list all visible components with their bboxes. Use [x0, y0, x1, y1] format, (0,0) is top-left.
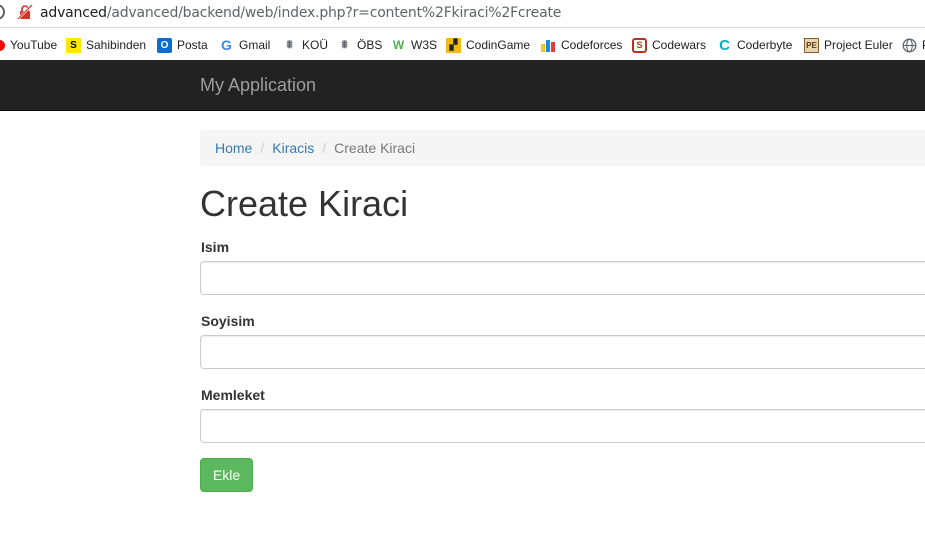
bookmark-label: Gmail	[239, 38, 271, 52]
bookmark-obs[interactable]: ⩩ ÖBS	[337, 37, 383, 53]
bookmark-label: CodinGame	[466, 38, 531, 52]
bookmark-project-euler[interactable]: PE Project Euler	[804, 37, 893, 53]
bookmark-label: W3S	[411, 38, 438, 52]
url-path: /advanced/backend/web/index.php?r=conten…	[106, 5, 562, 21]
bookmark-codeforces[interactable]: Codeforces	[541, 37, 622, 53]
bookmark-sahibinden[interactable]: S Sahibinden	[66, 37, 146, 53]
outlook-icon: O	[157, 37, 172, 53]
bookmark-label: YouTube	[10, 38, 58, 52]
not-secure-icon[interactable]	[17, 4, 33, 20]
isim-input[interactable]	[200, 261, 925, 295]
breadcrumb-separator: /	[322, 140, 327, 156]
breadcrumb-separator: /	[260, 140, 265, 156]
bookmark-codewars[interactable]: S Codewars	[632, 37, 706, 53]
breadcrumb-home-link[interactable]: Home	[215, 140, 252, 156]
bookmark-label: Posta	[177, 38, 208, 52]
site-info-icon[interactable]	[0, 4, 5, 20]
google-icon: G	[221, 37, 232, 53]
coderbyte-icon: C	[719, 36, 730, 54]
url-text[interactable]: advanced/advanced/backend/web/index.php?…	[40, 5, 561, 21]
bookmark-label: ÖBS	[357, 38, 383, 52]
bookmark-globe[interactable]: P	[902, 37, 925, 53]
memleket-label: Memleket	[201, 387, 265, 403]
address-bar[interactable]: advanced/advanced/backend/web/index.php?…	[0, 0, 925, 28]
bookmark-coderbyte[interactable]: C Coderbyte	[717, 36, 793, 54]
codingame-icon: ▞	[446, 37, 461, 53]
breadcrumb-kiracis-link[interactable]: Kiracis	[272, 140, 314, 156]
bookmark-label: Coderbyte	[737, 38, 793, 52]
brand-link[interactable]: My Application	[200, 75, 316, 96]
bookmark-label: Project Euler	[824, 38, 893, 52]
bookmarks-bar: YouTube S Sahibinden O Posta G Gmail ⩩ K…	[0, 28, 925, 60]
ekle-button[interactable]: Ekle	[200, 458, 253, 492]
bookmark-label: Sahibinden	[86, 38, 147, 52]
breadcrumb-current: Create Kiraci	[334, 140, 416, 156]
bookmark-gmail[interactable]: G Gmail	[219, 37, 270, 53]
project-euler-icon: PE	[804, 37, 819, 53]
bookmark-label: KOÜ	[302, 38, 329, 52]
bookmark-w3s[interactable]: W W3S	[391, 37, 437, 53]
obs-icon: ⩩	[341, 38, 348, 51]
w3schools-icon: W	[392, 38, 405, 52]
page-title: Create Kiraci	[200, 183, 409, 224]
kou-icon: ⩩	[286, 38, 293, 51]
bookmark-label: Codewars	[652, 38, 707, 52]
youtube-icon	[0, 39, 5, 51]
codeforces-icon	[541, 38, 556, 53]
breadcrumb: Home / Kiracis / Create Kiraci	[200, 130, 925, 166]
sahibinden-icon: S	[66, 37, 81, 53]
bookmark-posta[interactable]: O Posta	[157, 37, 208, 53]
memleket-input[interactable]	[200, 409, 925, 443]
soyisim-input[interactable]	[200, 335, 925, 369]
globe-icon	[902, 38, 917, 53]
soyisim-label: Soyisim	[201, 313, 255, 329]
isim-label: Isim	[201, 239, 230, 255]
bookmark-label: Codeforces	[561, 38, 623, 52]
navbar: My Application	[0, 60, 925, 111]
url-host: advanced	[40, 5, 107, 21]
bookmark-youtube[interactable]: YouTube	[0, 37, 57, 53]
codewars-icon: S	[632, 37, 647, 53]
bookmark-kou[interactable]: ⩩ KOÜ	[282, 37, 328, 53]
bookmark-codingame[interactable]: ▞ CodinGame	[446, 37, 530, 53]
